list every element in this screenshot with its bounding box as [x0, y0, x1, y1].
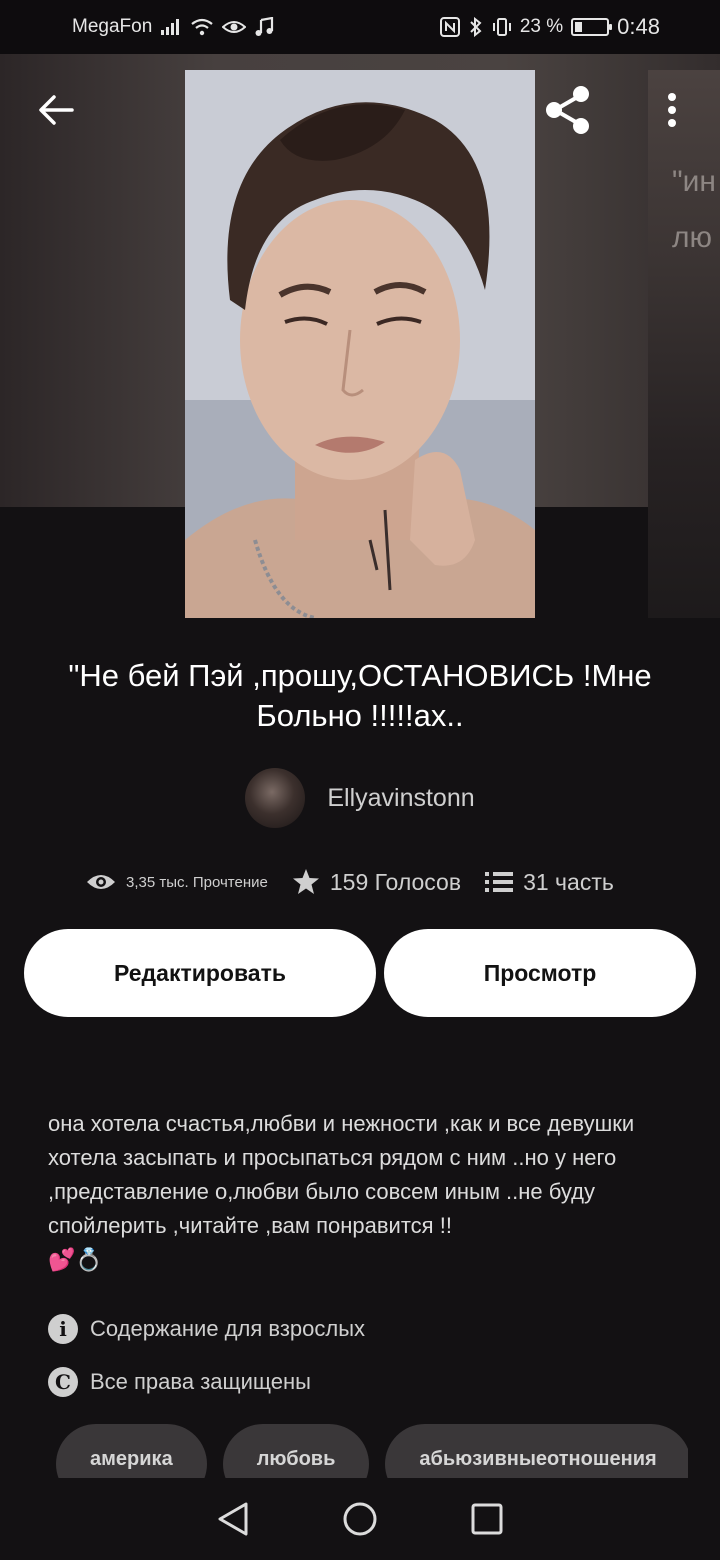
battery-icon [571, 18, 613, 36]
author-row[interactable]: Ellyavinstonn [0, 768, 720, 828]
cover-portrait-image [185, 70, 535, 618]
tag-list: америка любовь абьюзивныеотношения [56, 1424, 688, 1478]
author-name[interactable]: Ellyavinstonn [327, 784, 474, 813]
parts-count: 31 часть [523, 868, 614, 895]
nav-back-button[interactable] [211, 1497, 255, 1541]
story-stats: 3,35 тыс. Прочтение 159 Голосов 31 часть [86, 862, 614, 902]
carrier-label: MegaFon [72, 16, 153, 37]
votes-stat: 159 Голосов [292, 868, 461, 896]
story-cover[interactable] [185, 70, 535, 618]
next-cover-preview[interactable] [648, 70, 720, 618]
signal-icon [160, 18, 182, 36]
author-avatar[interactable] [245, 768, 306, 828]
description-emoji: 💕💍 [48, 1247, 103, 1272]
vibrate-icon [492, 17, 512, 37]
copyright-label: Все права защищены [90, 1369, 311, 1394]
bluetooth-icon [468, 17, 484, 37]
tag-item[interactable]: абьюзивныеотношения [385, 1424, 688, 1478]
tag-item[interactable]: америка [56, 1424, 207, 1478]
status-bar-right: 23 % 0:48 [439, 14, 660, 40]
nfc-icon [439, 17, 460, 37]
battery-percent: 23 % [519, 16, 564, 37]
square-recents-icon [471, 1503, 503, 1535]
next-cover-text: "ин лю [672, 165, 716, 254]
arrow-left-icon [39, 95, 74, 125]
status-bar-left: MegaFon [72, 16, 274, 38]
eye-icon [222, 18, 247, 36]
system-nav-bar [0, 1478, 720, 1560]
story-title: "Не бей Пэй ,прошу,ОСТАНОВИСЬ !Мне Больн… [68, 658, 652, 733]
story-hero: "ин лю [0, 54, 720, 624]
eye-icon [87, 875, 115, 889]
circle-home-icon [343, 1502, 377, 1536]
star-icon [292, 869, 319, 894]
status-bar: MegaFon 23 % 0:48 [0, 0, 720, 54]
copyright-icon: C [48, 1367, 78, 1397]
clock: 0:48 [617, 14, 660, 39]
share-button[interactable] [536, 78, 600, 142]
reads-count: 3,35 тыс. Прочтение [126, 873, 268, 891]
triangle-back-icon [218, 1502, 248, 1536]
wifi-icon [190, 18, 214, 36]
back-button[interactable] [24, 78, 88, 142]
description-text: она хотела счастья,любви и нежности ,как… [48, 1111, 635, 1238]
more-options-button[interactable] [640, 78, 704, 142]
mature-content-label: Содержание для взрослых [90, 1316, 366, 1341]
music-icon [254, 17, 274, 37]
nav-recents-button[interactable] [465, 1497, 509, 1541]
mature-content-row: i Содержание для взрослых [48, 1314, 365, 1344]
copyright-row: C Все права защищены [48, 1367, 311, 1397]
reads-stat: 3,35 тыс. Прочтение [86, 872, 268, 892]
list-icon [485, 872, 514, 892]
tag-item[interactable]: любовь [222, 1424, 370, 1478]
votes-count: 159 Голосов [329, 868, 462, 895]
view-button[interactable]: Просмотр [384, 929, 696, 1017]
info-icon: i [48, 1314, 78, 1344]
edit-button[interactable]: Редактировать [24, 929, 376, 1017]
share-icon [546, 86, 589, 134]
parts-stat[interactable]: 31 часть [485, 869, 614, 896]
more-vertical-icon [668, 93, 676, 127]
story-description: она хотела счастья,любви и нежности ,как… [48, 1107, 668, 1277]
nav-home-button[interactable] [338, 1497, 382, 1541]
